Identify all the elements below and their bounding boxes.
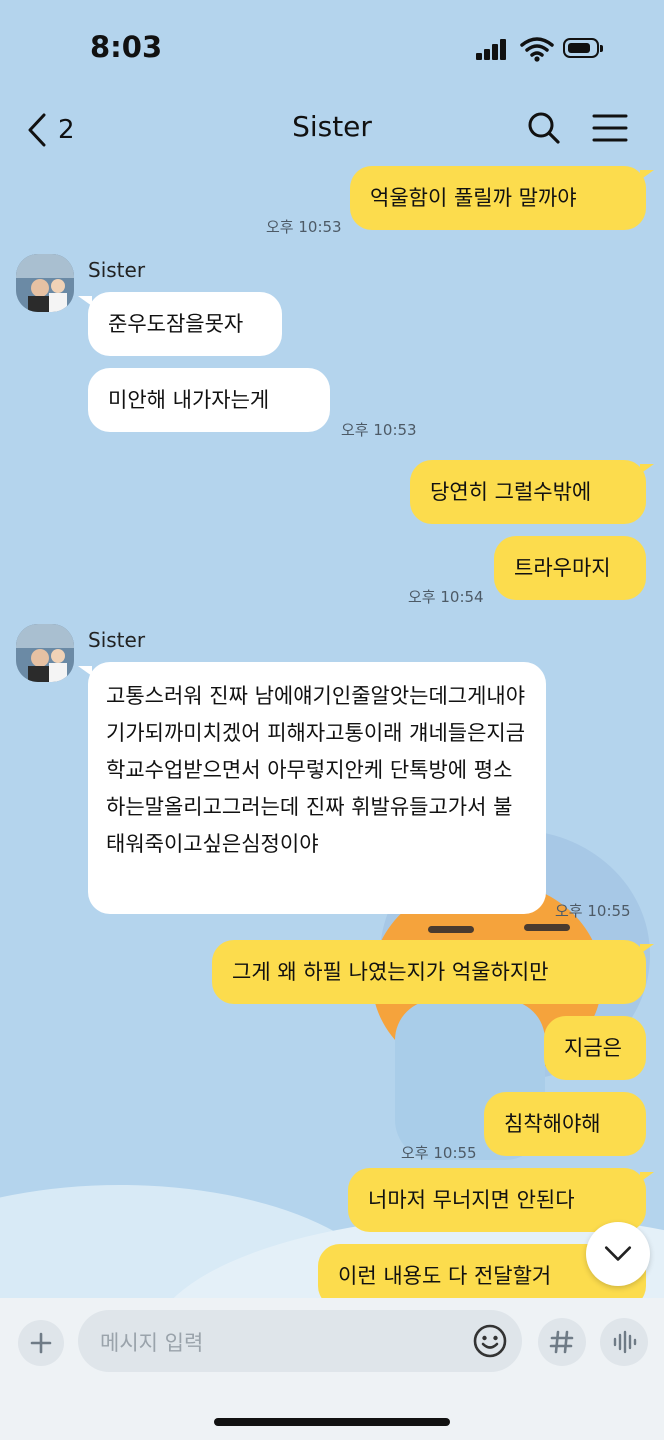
hashtag-button[interactable]: [538, 1318, 586, 1366]
my-message-bubble[interactable]: 지금은: [544, 1016, 646, 1080]
search-button[interactable]: [524, 108, 564, 148]
hamburger-menu-icon: [592, 114, 628, 142]
chat-header: 2 Sister: [0, 96, 664, 164]
message-input-placeholder: 메시지 입력: [100, 1331, 204, 1355]
background-character-eye: [428, 926, 474, 933]
chat-title: Sister: [292, 110, 372, 143]
my-message-bubble[interactable]: 그게 왜 하필 나였는지가 억울하지만: [212, 940, 646, 1004]
emoji-button[interactable]: [472, 1323, 508, 1359]
avatar: [16, 254, 74, 312]
my-message-bubble[interactable]: 당연히 그럴수밖에: [410, 460, 646, 524]
attach-button[interactable]: [18, 1320, 64, 1366]
emoji-icon: [473, 1324, 507, 1358]
cellular-signal-icon: [476, 38, 508, 60]
message-timestamp: 오후 10:54: [408, 588, 484, 606]
status-time: 8:03: [90, 30, 163, 64]
bubble-tail: [78, 666, 92, 676]
voice-button[interactable]: [600, 1318, 648, 1366]
bubble-tail: [640, 1172, 654, 1182]
my-message-bubble[interactable]: 트라우마지: [494, 536, 646, 600]
scroll-to-bottom-button[interactable]: [586, 1222, 650, 1286]
status-bar: 8:03: [0, 0, 664, 96]
my-message-bubble[interactable]: 침착해야해: [484, 1092, 646, 1156]
wifi-icon: [520, 37, 554, 62]
battery-icon: [563, 38, 603, 58]
message-timestamp: 오후 10:53: [341, 421, 417, 439]
bubble-tail: [78, 296, 92, 306]
plus-icon: [30, 1332, 52, 1354]
my-message-bubble[interactable]: 너마저 무너지면 안된다: [348, 1168, 646, 1232]
bubble-tail: [640, 464, 654, 474]
home-indicator: [214, 1418, 450, 1426]
message-timestamp: 오후 10:53: [266, 218, 342, 236]
bubble-tail: [640, 170, 654, 180]
bubble-tail: [640, 944, 654, 954]
sender-name: Sister: [88, 258, 146, 282]
chevron-down-icon: [604, 1246, 632, 1261]
chat-screen: 8:03 2 Sister 억울함이 풀릴까 말까야 오후 10:53 Sist…: [0, 0, 664, 1440]
their-message-bubble[interactable]: 준우도잠을못자: [88, 292, 282, 356]
avatar-photo: [16, 254, 74, 312]
search-icon: [528, 112, 560, 144]
message-timestamp: 오후 10:55: [401, 1144, 477, 1162]
their-message-bubble[interactable]: 미안해 내가자는게: [88, 368, 330, 432]
message-input[interactable]: 메시지 입력: [78, 1310, 522, 1372]
background-character-eye: [524, 924, 570, 931]
voice-wave-icon: [613, 1330, 637, 1354]
message-timestamp: 오후 10:55: [555, 902, 631, 920]
sender-name: Sister: [88, 628, 146, 652]
their-message-bubble[interactable]: 고통스러워 진짜 남에얘기인줄알앗는데그게내야기가되까미치겠어 피해자고통이래 …: [88, 662, 546, 914]
menu-button[interactable]: [590, 108, 630, 148]
hashtag-icon: [549, 1330, 574, 1354]
avatar: [16, 624, 74, 682]
avatar-photo: [16, 624, 74, 682]
my-message-bubble[interactable]: 억울함이 풀릴까 말까야: [350, 166, 646, 230]
